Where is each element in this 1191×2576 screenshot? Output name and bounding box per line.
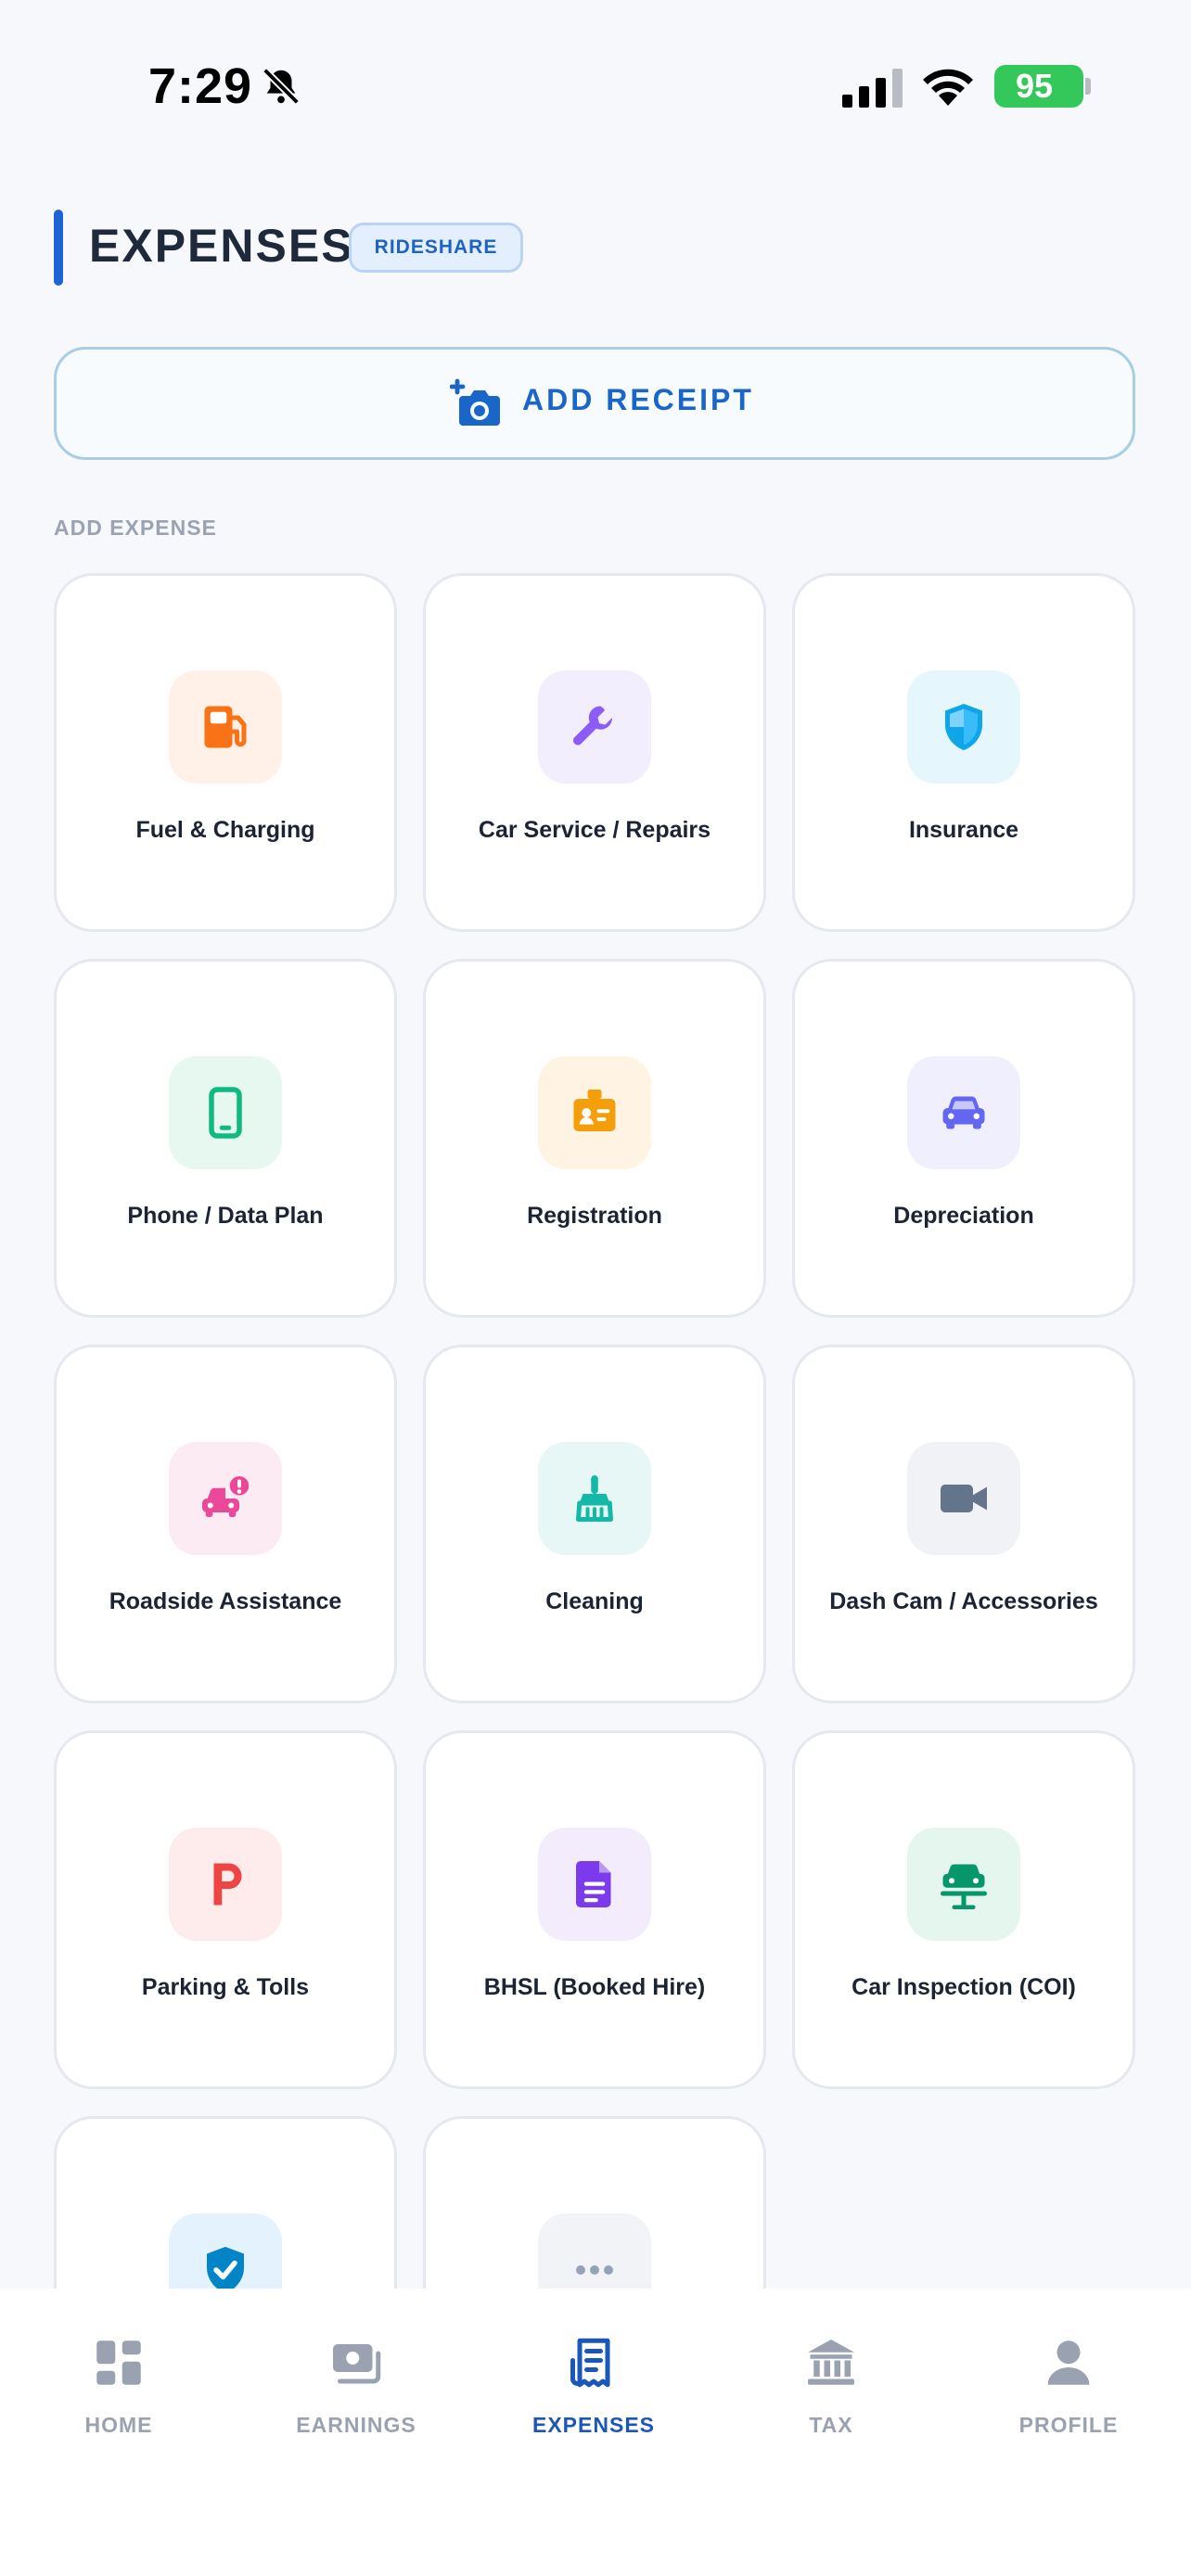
category-card-bhsl[interactable]: BHSL (Booked Hire) (423, 1730, 766, 2089)
shield-icon (945, 704, 982, 750)
category-card-car-service[interactable]: Car Service / Repairs (423, 573, 766, 932)
category-card-protection[interactable] (54, 2116, 397, 2289)
nav-label: PROFILE (1018, 2413, 1119, 2437)
category-label: Car Service / Repairs (478, 817, 711, 843)
category-icon-tile (169, 1828, 282, 1941)
category-card-roadside[interactable]: Roadside Assistance (54, 1345, 397, 1703)
category-card-inspection[interactable]: Car Inspection (COI) (792, 1730, 1135, 2089)
category-card-dashcam[interactable]: Dash Cam / Accessories (792, 1345, 1135, 1703)
car-icon (942, 1096, 985, 1129)
expense-category-grid: Fuel & Charging Car Service / Repairs In… (54, 573, 1135, 2289)
category-label: BHSL (Booked Hire) (483, 1974, 706, 2000)
category-label: Car Inspection (COI) (852, 1974, 1076, 2000)
category-label: Phone / Data Plan (127, 1203, 324, 1229)
category-card-more[interactable] (423, 2116, 766, 2289)
category-icon-tile (538, 1442, 651, 1555)
category-card-depreciation[interactable]: Depreciation (792, 959, 1135, 1318)
nav-tab-expenses[interactable]: EXPENSES (475, 2335, 712, 2446)
category-label: Registration (527, 1203, 662, 1229)
category-card-insurance[interactable]: Insurance (792, 573, 1135, 932)
category-icon-tile (169, 1056, 282, 1169)
nav-tab-profile[interactable]: PROFILE (950, 2335, 1187, 2446)
add-receipt-label: ADD RECEIPT (522, 383, 754, 416)
fuel-pump-icon (204, 706, 247, 748)
battery-cap (1085, 78, 1091, 95)
cash-icon (333, 2344, 381, 2384)
mode-badge[interactable]: RIDESHARE (349, 223, 523, 273)
category-label: Dash Cam / Accessories (829, 1588, 1098, 1614)
nav-label: HOME (84, 2413, 153, 2437)
page-title: EXPENSES (89, 220, 354, 272)
category-card-parking[interactable]: Parking & Tolls (54, 1730, 397, 2089)
category-card-fuel[interactable]: Fuel & Charging (54, 573, 397, 932)
status-bar: 7:29 95 (0, 0, 1191, 167)
category-icon-tile (907, 670, 1020, 784)
category-icon-tile (169, 2213, 282, 2289)
nav-tab-home[interactable]: HOME (0, 2335, 237, 2446)
category-icon-tile (538, 670, 651, 784)
broom-icon (576, 1475, 613, 1522)
camera-plus-icon (450, 378, 500, 426)
bell-slash-icon (263, 68, 300, 105)
category-label: Cleaning (545, 1588, 644, 1614)
nav-tab-tax[interactable]: TAX (712, 2335, 950, 2446)
status-time: 7:29 (148, 58, 253, 114)
category-label: Depreciation (893, 1203, 1034, 1229)
battery-level: 95 (1015, 67, 1054, 105)
category-card-cleaning[interactable]: Cleaning (423, 1345, 766, 1703)
category-label: Insurance (908, 817, 1019, 843)
category-icon-tile (538, 2213, 651, 2289)
document-icon (576, 1861, 611, 1907)
category-icon-tile (907, 1442, 1020, 1555)
category-icon-tile (538, 1828, 651, 1941)
car-lift-icon (941, 1864, 987, 1909)
category-icon-tile (169, 670, 282, 784)
parking-icon (213, 1863, 242, 1906)
more-icon (576, 2265, 613, 2275)
category-icon-tile (907, 1056, 1020, 1169)
header-accent-bar (54, 210, 63, 286)
category-card-phone[interactable]: Phone / Data Plan (54, 959, 397, 1318)
grid-icon (96, 2340, 141, 2385)
section-label: ADD EXPENSE (54, 516, 217, 540)
wifi-icon (923, 69, 973, 106)
nav-tab-earnings[interactable]: EARNINGS (237, 2335, 475, 2446)
cellular-signal-icon (842, 69, 903, 108)
add-receipt-button[interactable]: ADD RECEIPT (54, 347, 1135, 460)
nav-label: TAX (809, 2413, 853, 2437)
shield-check-icon (207, 2247, 244, 2289)
category-icon-tile (907, 1828, 1020, 1941)
smartphone-icon (209, 1087, 242, 1139)
id-badge-icon (573, 1090, 616, 1131)
person-icon (1047, 2340, 1090, 2385)
category-icon-tile (538, 1056, 651, 1169)
car-alert-icon (202, 1473, 251, 1517)
receipt-icon (570, 2338, 610, 2388)
category-label: Fuel & Charging (135, 817, 315, 843)
nav-label: EXPENSES (532, 2413, 655, 2437)
wrench-icon (573, 706, 613, 746)
battery-indicator: 95 (994, 65, 1083, 108)
bank-icon (808, 2340, 854, 2385)
category-label: Roadside Assistance (109, 1588, 342, 1614)
video-camera-icon (941, 1485, 987, 1512)
category-label: Parking & Tolls (141, 1974, 310, 2000)
category-icon-tile (169, 1442, 282, 1555)
nav-label: EARNINGS (296, 2413, 416, 2437)
category-card-registration[interactable]: Registration (423, 959, 766, 1318)
bottom-nav: HOME EARNINGS EXPENSES TAX PROFILE (0, 2289, 1191, 2576)
